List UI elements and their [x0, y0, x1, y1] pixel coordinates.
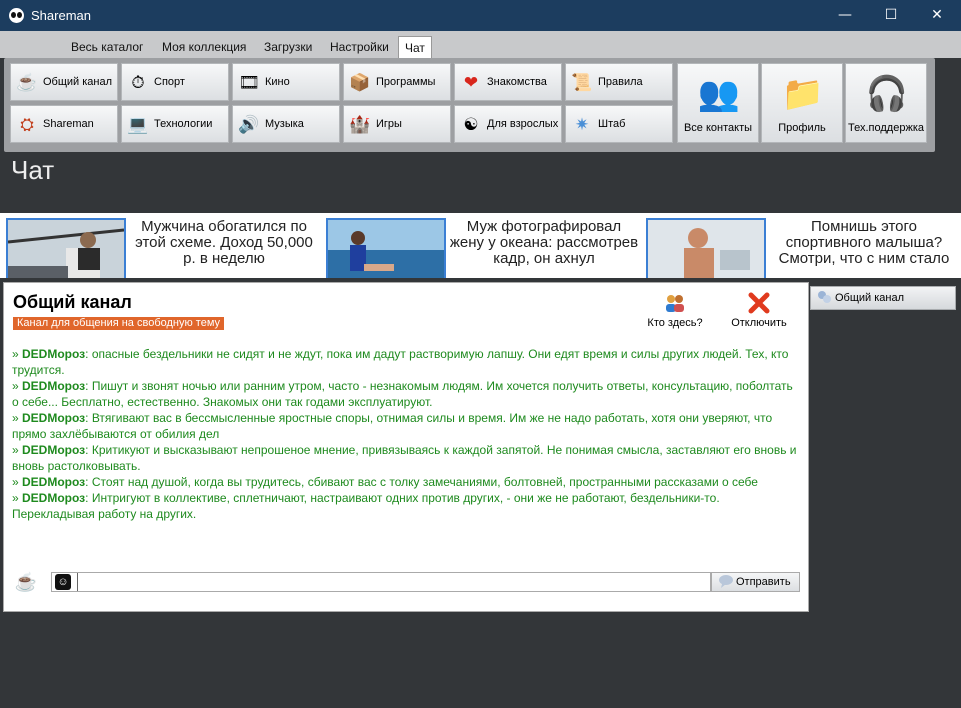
message-text: Стоят над душой, когда вы трудитесь, сби…: [91, 475, 758, 489]
channel-button-technology[interactable]: 💻 Технологии: [121, 105, 229, 143]
scroll-icon: 📜: [571, 73, 593, 92]
message-author[interactable]: DEDМороз: [22, 379, 85, 393]
contacts-icon: 👥: [697, 75, 741, 113]
ad-text[interactable]: Муж фотографировал жену у океана: рассмо…: [449, 219, 639, 267]
package-icon: 📦: [349, 73, 371, 92]
speaker-icon: 🔊: [238, 115, 260, 134]
ad-image[interactable]: [326, 218, 446, 278]
tab-catalog[interactable]: Весь каталог: [71, 40, 143, 54]
chat-message: » DEDМороз: опасные бездельники не сидят…: [12, 347, 789, 377]
minimize-button[interactable]: —: [822, 0, 868, 31]
network-icon: ⛭: [20, 115, 34, 134]
message-input[interactable]: [77, 573, 708, 591]
tab-collection[interactable]: Моя коллекция: [162, 40, 246, 54]
channel-button-sport[interactable]: ⏱ Спорт: [121, 63, 229, 101]
channel-button-rules[interactable]: 📜 Правила: [565, 63, 673, 101]
heart-icon: ❤: [463, 73, 479, 92]
stopwatch-icon: ⏱: [131, 73, 145, 92]
message-list: » DEDМороз: опасные бездельники не сидят…: [12, 346, 800, 522]
ad-text[interactable]: Помнишь этого спортивного малыша? Смотри…: [769, 219, 959, 267]
message-author[interactable]: DEDМороз: [22, 347, 85, 361]
send-button[interactable]: Отправить: [711, 572, 800, 592]
channel-button-shareman[interactable]: ⛭ Shareman: [10, 105, 118, 143]
menu-bar: Весь каталог Моя коллекция Загрузки Наст…: [0, 31, 961, 58]
cup-icon: ☕: [14, 572, 38, 592]
title-bar: Shareman — ☐ ✕: [0, 0, 961, 31]
channel-button-general[interactable]: ☕ Общий канал: [10, 63, 118, 101]
close-x-icon: [747, 292, 771, 314]
speech-bubble-icon: [718, 574, 734, 593]
chat-message: » DEDМороз: Критикуют и высказывают непр…: [12, 443, 797, 473]
ad-image[interactable]: [646, 218, 766, 278]
maximize-button[interactable]: ☐: [868, 0, 914, 31]
channel-button-music[interactable]: 🔊 Музыка: [232, 105, 340, 143]
message-text: Интригуют в коллективе, сплетничают, нас…: [12, 491, 720, 521]
ad-2[interactable]: Муж фотографировал жену у океана: рассмо…: [320, 213, 640, 278]
tab-downloads[interactable]: Загрузки: [264, 40, 312, 54]
message-input-wrap: ☺: [51, 572, 711, 592]
channel-button-hq[interactable]: ✷ Штаб: [565, 105, 673, 143]
users-icon: [663, 292, 687, 314]
who-here-button[interactable]: Кто здесь?: [644, 292, 706, 329]
channel-button-adult[interactable]: ☯ Для взрослых: [454, 105, 562, 143]
message-text: Втягивают вас в бессмысленные яростные с…: [12, 411, 773, 441]
channel-button-cinema[interactable]: 🎞 Кино: [232, 63, 340, 101]
chat-message: » DEDМороз: Стоят над душой, когда вы тр…: [12, 475, 758, 489]
message-text: Критикуют и высказывают непрошеное мнени…: [12, 443, 797, 473]
chat-message: » DEDМороз: Интригуют в коллективе, спле…: [12, 491, 720, 521]
ad-1[interactable]: Мужчина обогатился по этой схеме. Доход …: [0, 213, 320, 278]
ad-image[interactable]: [6, 218, 126, 278]
headset-icon: 🎧: [865, 75, 909, 113]
message-text: Пишут и звонят ночью или ранним утром, ч…: [12, 379, 793, 409]
page-title: Чат: [11, 155, 55, 185]
app-icon: [9, 8, 24, 23]
smiley-icon[interactable]: ☺: [55, 574, 71, 590]
close-button[interactable]: ✕: [914, 0, 960, 31]
ad-text[interactable]: Мужчина обогатился по этой схеме. Доход …: [129, 219, 319, 267]
support-button[interactable]: 🎧 Тех.поддержка: [845, 63, 927, 143]
channel-button-games[interactable]: 🏰 Игры: [343, 105, 451, 143]
folder-pencil-icon: 📁: [781, 75, 825, 113]
star-icon: ✷: [574, 115, 590, 134]
profile-button[interactable]: 📁 Профиль: [761, 63, 843, 143]
message-author[interactable]: DEDМороз: [22, 491, 85, 505]
ad-3[interactable]: Помнишь этого спортивного малыша? Смотри…: [640, 213, 960, 278]
channel-ribbon: ☕ Общий канал ⏱ Спорт 🎞 Кино 📦 Программы…: [4, 58, 935, 152]
film-icon: 🎞: [238, 73, 260, 92]
chat-panel: Общий канал Канал для общения на свободн…: [3, 282, 809, 612]
tab-settings[interactable]: Настройки: [330, 40, 389, 54]
laptop-icon: 💻: [127, 115, 149, 134]
channel-list-item[interactable]: Общий канал: [810, 286, 956, 310]
message-author[interactable]: DEDМороз: [22, 443, 85, 457]
cup-icon: ☕: [16, 73, 38, 92]
message-author[interactable]: DEDМороз: [22, 475, 85, 489]
message-author[interactable]: DEDМороз: [22, 411, 85, 425]
all-contacts-button[interactable]: 👥 Все контакты: [677, 63, 759, 143]
tab-chat[interactable]: Чат: [398, 36, 432, 58]
yin-yang-icon: ☯: [463, 115, 479, 134]
disconnect-button[interactable]: Отключить: [726, 292, 792, 329]
window-title: Shareman: [31, 8, 91, 23]
channel-icon: [816, 289, 832, 308]
message-text: опасные бездельники не сидят и не ждут, …: [12, 347, 789, 377]
channel-description: Канал для общения на свободную тему: [13, 317, 225, 330]
chat-message: » DEDМороз: Пишут и звонят ночью или ран…: [12, 379, 793, 409]
channel-title: Общий канал: [13, 292, 132, 312]
chat-message: » DEDМороз: Втягивают вас в бессмысленны…: [12, 411, 773, 441]
castle-icon: 🏰: [349, 115, 371, 134]
channel-button-dating[interactable]: ❤ Знакомства: [454, 63, 562, 101]
channel-button-programs[interactable]: 📦 Программы: [343, 63, 451, 101]
ad-strip: Мужчина обогатился по этой схеме. Доход …: [0, 213, 961, 278]
